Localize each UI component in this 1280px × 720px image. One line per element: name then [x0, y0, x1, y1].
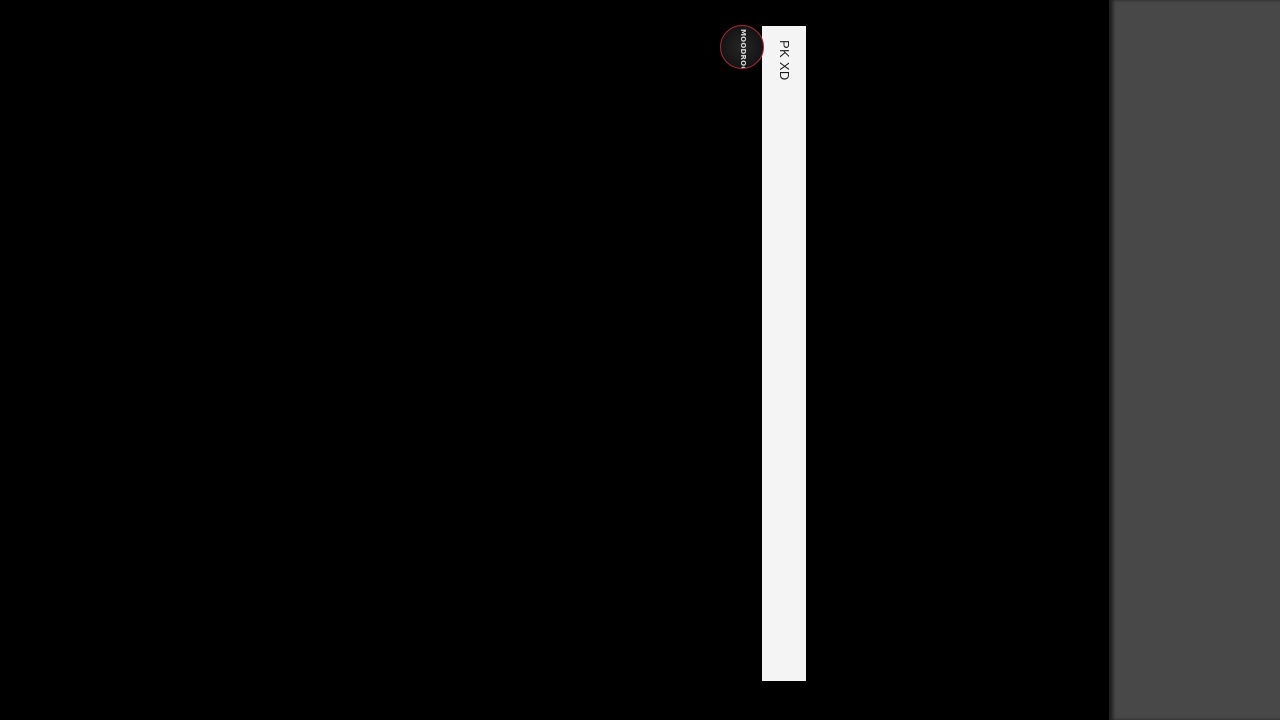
video-viewport [0, 0, 1109, 720]
avatar-label: MOODROOD [739, 29, 747, 69]
panel-title: PK XD [777, 40, 792, 81]
channel-avatar[interactable]: MOODROOD [720, 25, 764, 69]
side-gutter [1109, 0, 1280, 720]
rotated-title-panel: PK XD [762, 26, 806, 681]
